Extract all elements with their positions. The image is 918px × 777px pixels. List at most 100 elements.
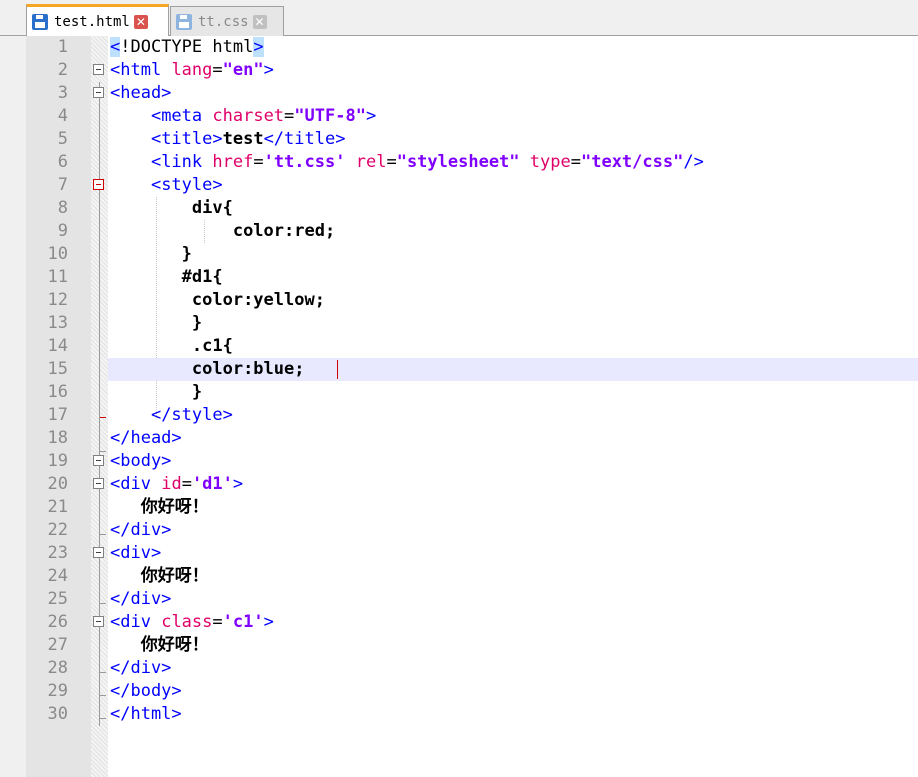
code-line: 21 你好呀！ (0, 496, 918, 519)
code-line: 18 </head> (0, 427, 918, 450)
fold-toggle-icon[interactable] (93, 616, 104, 627)
code-line: 11 #d1{ (0, 266, 918, 289)
line-number: 29 (47, 681, 68, 701)
line-number: 20 (47, 474, 68, 494)
tab-test-html[interactable]: test.html ✕ (26, 4, 169, 37)
tab-label: tt.css (198, 13, 249, 30)
line-code: </html> (110, 704, 182, 724)
line-code: <head> (110, 83, 172, 103)
line-number: 11 (47, 267, 68, 287)
code-line: 4 <meta charset="UTF-8"> (0, 105, 918, 128)
code-line: 10 } (0, 243, 918, 266)
line-code: <style> (150, 175, 223, 195)
line-code: #d1{ (181, 267, 223, 287)
line-number: 19 (47, 451, 68, 471)
fold-toggle-icon[interactable] (93, 478, 104, 489)
line-number: 15 (47, 359, 68, 379)
line-number: 23 (47, 543, 68, 563)
code-line: 16 } (0, 381, 918, 404)
line-number: 28 (47, 658, 68, 678)
line-code: </head> (110, 428, 182, 448)
tab-bar: test.html ✕ tt.css ✕ (0, 0, 918, 37)
line-number: 7 (57, 175, 68, 195)
code-line: 12 color:yellow; (0, 289, 918, 312)
line-number: 12 (47, 290, 68, 310)
line-code: </div> (110, 658, 172, 678)
code-line: 30 </html> (0, 703, 918, 726)
code-line: 29 </body> (0, 680, 918, 703)
code-line: 6 <link href='tt.css' rel="stylesheet" t… (0, 151, 918, 174)
line-code: 你好呀！ (140, 497, 209, 517)
fold-toggle-icon[interactable] (93, 179, 104, 190)
line-code: 你好呀！ (140, 566, 209, 586)
code-line: 8 div{ (0, 197, 918, 220)
line-code: <div id='d1'> (110, 474, 244, 494)
fold-toggle-icon[interactable] (93, 455, 104, 466)
line-number: 8 (57, 198, 68, 218)
close-icon[interactable]: ✕ (252, 14, 267, 29)
fold-toggle-icon[interactable] (93, 547, 104, 558)
line-number: 10 (47, 244, 68, 264)
line-code: <!DOCTYPE html> (110, 37, 264, 57)
code-line: 1 <!DOCTYPE html> (0, 36, 918, 59)
line-code: } (191, 382, 203, 402)
line-code: .c1{ (191, 336, 233, 356)
code-line: 2 <html lang="en"> (0, 59, 918, 82)
line-number: 21 (47, 497, 68, 517)
code-line: 5 <title>test</title> (0, 128, 918, 151)
line-code: </body> (110, 681, 182, 701)
line-number: 25 (47, 589, 68, 609)
close-icon[interactable]: ✕ (133, 15, 148, 29)
line-code: <html lang="en"> (110, 60, 274, 80)
line-code: div{ (191, 198, 233, 218)
line-number: 14 (47, 336, 68, 356)
line-number: 26 (47, 612, 68, 632)
line-number: 27 (47, 635, 68, 655)
line-code: } (191, 313, 203, 333)
fold-toggle-icon[interactable] (93, 64, 104, 75)
tab-tt-css[interactable]: tt.css ✕ (170, 6, 284, 36)
line-number: 17 (47, 405, 68, 425)
line-number: 5 (57, 129, 68, 149)
code-line: 3 <head> (0, 82, 918, 105)
line-code: </style> (150, 405, 233, 425)
line-code: <div> (110, 543, 162, 563)
line-number: 2 (57, 60, 68, 80)
code-line: 22 </div> (0, 519, 918, 542)
tab-label: test.html (54, 14, 130, 30)
line-number: 18 (47, 428, 68, 448)
fold-toggle-icon[interactable] (93, 87, 104, 98)
line-code: <link href='tt.css' rel="stylesheet" typ… (150, 152, 704, 172)
code-line: 17 </style> (0, 404, 918, 427)
line-number: 22 (47, 520, 68, 540)
code-line: 14 .c1{ (0, 335, 918, 358)
code-line: 23 <div> (0, 542, 918, 565)
line-code: </div> (110, 589, 172, 609)
text-caret (337, 360, 338, 379)
code-line: 28 </div> (0, 657, 918, 680)
line-code: color:yellow; (191, 290, 325, 310)
code-line: 9 color:red; (0, 220, 918, 243)
line-code: 你好呀！ (140, 635, 209, 655)
line-code: color:red; (232, 221, 336, 241)
code-editor[interactable]: 1 <!DOCTYPE html> 2 <html lang="en"> 3 <… (0, 36, 918, 777)
line-number: 24 (47, 566, 68, 586)
code-line: 7 <style> (0, 174, 918, 197)
line-number: 16 (47, 382, 68, 402)
line-code: <meta charset="UTF-8"> (150, 106, 377, 126)
save-icon (32, 14, 48, 30)
line-number: 3 (57, 83, 68, 103)
line-number: 6 (57, 152, 68, 172)
code-line: 24 你好呀！ (0, 565, 918, 588)
line-number: 9 (57, 221, 68, 241)
code-line: 25 </div> (0, 588, 918, 611)
line-code: } (181, 244, 192, 264)
line-number: 1 (57, 37, 68, 57)
line-number: 30 (47, 704, 68, 724)
code-line: 13 } (0, 312, 918, 335)
code-line-current: 15 color:blue; (0, 358, 918, 381)
save-icon (176, 13, 192, 30)
line-code: <body> (110, 451, 172, 471)
line-code: <title>test</title> (150, 129, 346, 149)
line-number: 4 (57, 106, 68, 126)
